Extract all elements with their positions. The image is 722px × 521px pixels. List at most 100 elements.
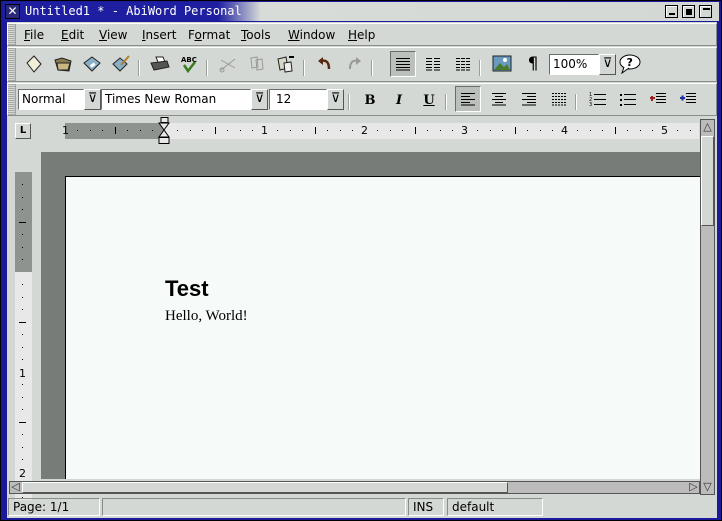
menubar-drag-handle[interactable] xyxy=(8,24,16,45)
menu-help[interactable]: Help xyxy=(348,28,375,42)
indent-marker-handle[interactable] xyxy=(158,117,170,145)
menu-view[interactable]: View xyxy=(99,28,127,42)
ruler-tick xyxy=(19,321,26,323)
ruler-tick xyxy=(289,130,291,131)
align-left-button[interactable] xyxy=(455,86,481,112)
justify-button[interactable] xyxy=(546,86,572,112)
vertical-ruler[interactable]: 1 2 xyxy=(15,172,32,500)
align-right-button[interactable] xyxy=(516,86,542,112)
scissors-icon xyxy=(219,58,236,73)
document-canvas[interactable]: Test Hello, World! xyxy=(41,152,700,479)
ruler-tick xyxy=(502,130,503,131)
ruler-tick xyxy=(22,184,23,185)
print-button[interactable] xyxy=(147,51,173,77)
menu-file[interactable]: File xyxy=(24,28,44,42)
status-insert-mode[interactable]: INS xyxy=(408,498,444,516)
scroll-up-arrow-icon[interactable]: △ xyxy=(701,120,714,134)
maximize-button[interactable] xyxy=(682,5,695,18)
two-columns-button[interactable] xyxy=(420,51,446,77)
one-column-button[interactable] xyxy=(390,51,416,77)
font-dropdown-button[interactable]: ⊽ xyxy=(251,89,268,110)
horizontal-ruler[interactable]: 1 1 2 3 4 5 xyxy=(62,117,699,144)
decrease-indent-icon xyxy=(650,93,666,103)
toolbar-drag-handle[interactable] xyxy=(8,84,16,115)
ruler-tick xyxy=(602,130,603,131)
style-dropdown-button[interactable]: ⊽ xyxy=(84,89,101,110)
document-heading[interactable]: Test xyxy=(165,277,209,301)
ruler-tick xyxy=(252,130,253,131)
font-size-combo[interactable]: 12 xyxy=(269,89,327,110)
ruler-tick xyxy=(22,396,23,398)
status-bar: Page: 1/1 INS default xyxy=(7,497,717,517)
ruler-tick xyxy=(22,334,23,335)
menu-bar: File Edit View Insert Format Tools Windo… xyxy=(7,23,717,46)
align-right-icon xyxy=(522,93,536,106)
help-button[interactable]: ? xyxy=(617,51,643,77)
ruler-tick xyxy=(314,127,316,134)
redo-button[interactable] xyxy=(341,51,367,77)
numbered-list-button[interactable]: 123 xyxy=(585,86,611,112)
menu-edit[interactable]: Edit xyxy=(61,28,84,42)
vertical-scroll-thumb[interactable] xyxy=(701,136,714,226)
ruler-tick xyxy=(627,130,628,131)
scroll-right-arrow-icon[interactable]: ▷ xyxy=(688,480,699,494)
cut-button[interactable] xyxy=(215,51,241,77)
horizontal-scroll-thumb[interactable] xyxy=(22,482,508,493)
zoom-dropdown-button[interactable]: ⊽ xyxy=(599,54,616,75)
tab-stop-type-button[interactable]: L xyxy=(15,123,31,139)
scroll-down-arrow-icon[interactable]: ▽ xyxy=(701,480,714,494)
font-size-dropdown-button[interactable]: ⊽ xyxy=(327,89,344,110)
ruler-tick xyxy=(614,127,616,134)
two-columns-icon xyxy=(426,58,440,71)
toolbar-separator xyxy=(138,60,140,76)
ruler-label: 2 xyxy=(361,124,368,137)
shade-button[interactable] xyxy=(699,5,712,18)
paste-button[interactable] xyxy=(273,51,299,77)
font-combo[interactable]: Times New Roman xyxy=(101,89,251,110)
save-button[interactable] xyxy=(79,51,105,77)
spellcheck-icon: ABC xyxy=(181,56,197,74)
ruler-row: L 1 1 2 3 4 5 xyxy=(7,117,699,149)
ruler-tick xyxy=(514,127,516,134)
ruler-tick xyxy=(22,259,23,260)
menu-format[interactable]: Format xyxy=(188,28,230,42)
horizontal-scrollbar[interactable]: ◁ ▷ xyxy=(9,480,700,494)
paste-icon xyxy=(277,56,294,73)
copy-button[interactable] xyxy=(244,51,270,77)
title-bar[interactable]: ✕ Untitled1 * - AbiWord Personal xyxy=(3,2,719,21)
style-combo[interactable]: Normal xyxy=(18,89,84,110)
document-body-text[interactable]: Hello, World! xyxy=(165,308,248,325)
save-as-button[interactable] xyxy=(108,51,134,77)
minimize-button[interactable] xyxy=(665,5,678,18)
menu-window[interactable]: Window xyxy=(288,28,335,42)
vertical-scrollbar[interactable]: △ ▽ xyxy=(700,119,715,495)
window-close-icon[interactable]: ✕ xyxy=(5,4,20,19)
spellcheck-button[interactable]: ABC xyxy=(176,51,202,77)
ruler-tick xyxy=(689,130,691,131)
ruler-tick xyxy=(352,130,353,131)
ruler-label: 4 xyxy=(561,124,568,137)
increase-indent-button[interactable] xyxy=(675,86,701,112)
toolbar-drag-handle[interactable] xyxy=(8,48,16,81)
ruler-tick xyxy=(22,459,23,460)
insert-image-button[interactable] xyxy=(489,51,515,77)
italic-button[interactable]: I xyxy=(386,87,412,113)
ruler-tick xyxy=(239,130,241,131)
show-formatting-button[interactable]: ¶ xyxy=(520,51,546,77)
three-columns-button[interactable] xyxy=(450,51,476,77)
underline-button[interactable]: U xyxy=(416,87,442,113)
decrease-indent-button[interactable] xyxy=(645,86,671,112)
align-center-button[interactable] xyxy=(486,86,512,112)
new-document-button[interactable] xyxy=(21,51,47,77)
ruler-tick xyxy=(477,130,478,131)
undo-button[interactable] xyxy=(312,51,338,77)
scroll-left-arrow-icon[interactable]: ◁ xyxy=(10,480,21,494)
document-page[interactable]: Test Hello, World! xyxy=(65,176,700,479)
open-button[interactable] xyxy=(50,51,76,77)
bold-button[interactable]: B xyxy=(357,87,383,113)
menu-insert[interactable]: Insert xyxy=(142,28,176,42)
bulleted-list-button[interactable] xyxy=(615,86,641,112)
menu-tools[interactable]: Tools xyxy=(241,28,271,42)
abiword-window: ✕ Untitled1 * - AbiWord Personal File Ed… xyxy=(0,0,722,521)
zoom-combo[interactable]: 100% xyxy=(549,54,599,75)
